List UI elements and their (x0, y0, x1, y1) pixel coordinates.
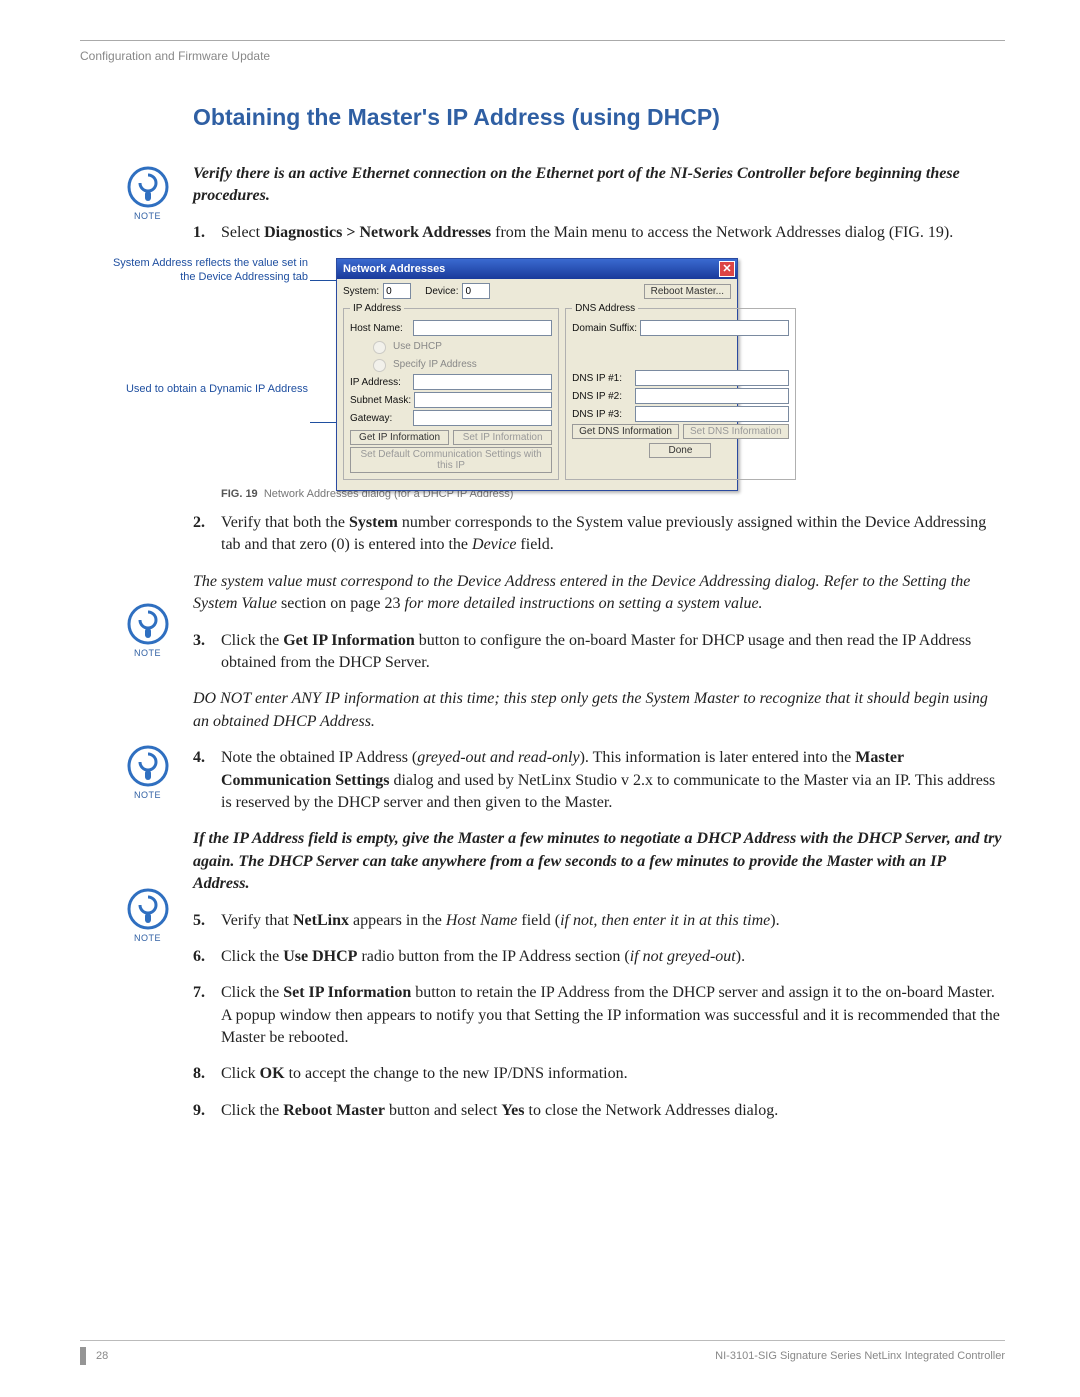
gateway-label: Gateway: (350, 413, 410, 424)
domain-label: Domain Suffix: (572, 323, 637, 334)
dialog-title: Network Addresses (343, 263, 445, 275)
note-text: DO NOT enter ANY IP information at this … (193, 688, 1005, 733)
set-ip-button[interactable]: Set IP Information (453, 430, 552, 445)
device-label: Device: (425, 286, 458, 297)
gateway-input[interactable] (413, 410, 552, 426)
note-icon: NOTE (120, 602, 175, 658)
dns-address-group: DNS Address Domain Suffix: DNS IP #1: DN… (565, 303, 796, 480)
breadcrumb: Configuration and Firmware Update (80, 49, 1005, 63)
step: 4. Note the obtained IP Address (greyed-… (193, 747, 1005, 814)
step: 7. Click the Set IP Information button t… (193, 982, 1005, 1049)
step: 3. Click the Get IP Information button t… (193, 630, 1005, 675)
dns2-label: DNS IP #2: (572, 391, 632, 402)
system-input[interactable] (383, 283, 411, 299)
step: 6. Click the Use DHCP radio button from … (193, 946, 1005, 968)
figure: System Address reflects the value set in… (193, 258, 1005, 478)
system-label: System: (343, 286, 379, 297)
hostname-input[interactable] (413, 320, 552, 336)
note-icon: NOTE (120, 744, 175, 800)
ip-address-group: IP Address Host Name: Use DHCP Specify I… (343, 303, 559, 480)
subnet-input[interactable] (414, 392, 552, 408)
reboot-master-button[interactable]: Reboot Master... (644, 284, 731, 299)
hostname-label: Host Name: (350, 323, 410, 334)
note-text: Verify there is an active Ethernet conne… (193, 163, 1005, 208)
note-icon: NOTE (120, 887, 175, 943)
note-icon: NOTE (120, 165, 175, 221)
get-ip-button[interactable]: Get IP Information (350, 430, 449, 445)
network-addresses-dialog: Network Addresses ✕ System: Device: Rebo… (336, 258, 738, 491)
step: 1. Select Diagnostics > Network Addresse… (193, 222, 1005, 244)
device-input[interactable] (462, 283, 490, 299)
set-default-button[interactable]: Set Default Communication Settings with … (350, 447, 552, 473)
note-text: The system value must correspond to the … (193, 571, 1005, 616)
step: 5. Verify that NetLinx appears in the Ho… (193, 910, 1005, 932)
dns1-label: DNS IP #1: (572, 373, 632, 384)
done-button[interactable]: Done (649, 443, 711, 458)
step: 2. Verify that both the System number co… (193, 512, 1005, 557)
subnet-label: Subnet Mask: (350, 395, 411, 406)
ip-label: IP Address: (350, 377, 410, 388)
page-footer: 28 NI-3101-SIG Signature Series NetLinx … (80, 1340, 1005, 1365)
callout-dynamic-ip: Used to obtain a Dynamic IP Address (108, 383, 308, 397)
dns2-input[interactable] (635, 388, 789, 404)
dns3-label: DNS IP #3: (572, 409, 632, 420)
page-title: Obtaining the Master's IP Address (using… (193, 103, 1005, 133)
book-title: NI-3101-SIG Signature Series NetLinx Int… (715, 1350, 1005, 1362)
note-text: If the IP Address field is empty, give t… (193, 828, 1005, 895)
set-dns-button[interactable]: Set DNS Information (683, 424, 789, 439)
close-icon[interactable]: ✕ (719, 261, 735, 277)
step: 8. Click OK to accept the change to the … (193, 1063, 1005, 1085)
page-number: 28 (96, 1350, 108, 1362)
dns3-input[interactable] (635, 406, 789, 422)
get-dns-button[interactable]: Get DNS Information (572, 424, 679, 439)
domain-input[interactable] (640, 320, 789, 336)
dns1-input[interactable] (635, 370, 789, 386)
step: 9. Click the Reboot Master button and se… (193, 1100, 1005, 1122)
specify-ip-radio[interactable] (373, 359, 386, 372)
callout-system-address: System Address reflects the value set in… (108, 257, 308, 285)
ip-input[interactable] (413, 374, 552, 390)
use-dhcp-radio[interactable] (373, 341, 386, 354)
